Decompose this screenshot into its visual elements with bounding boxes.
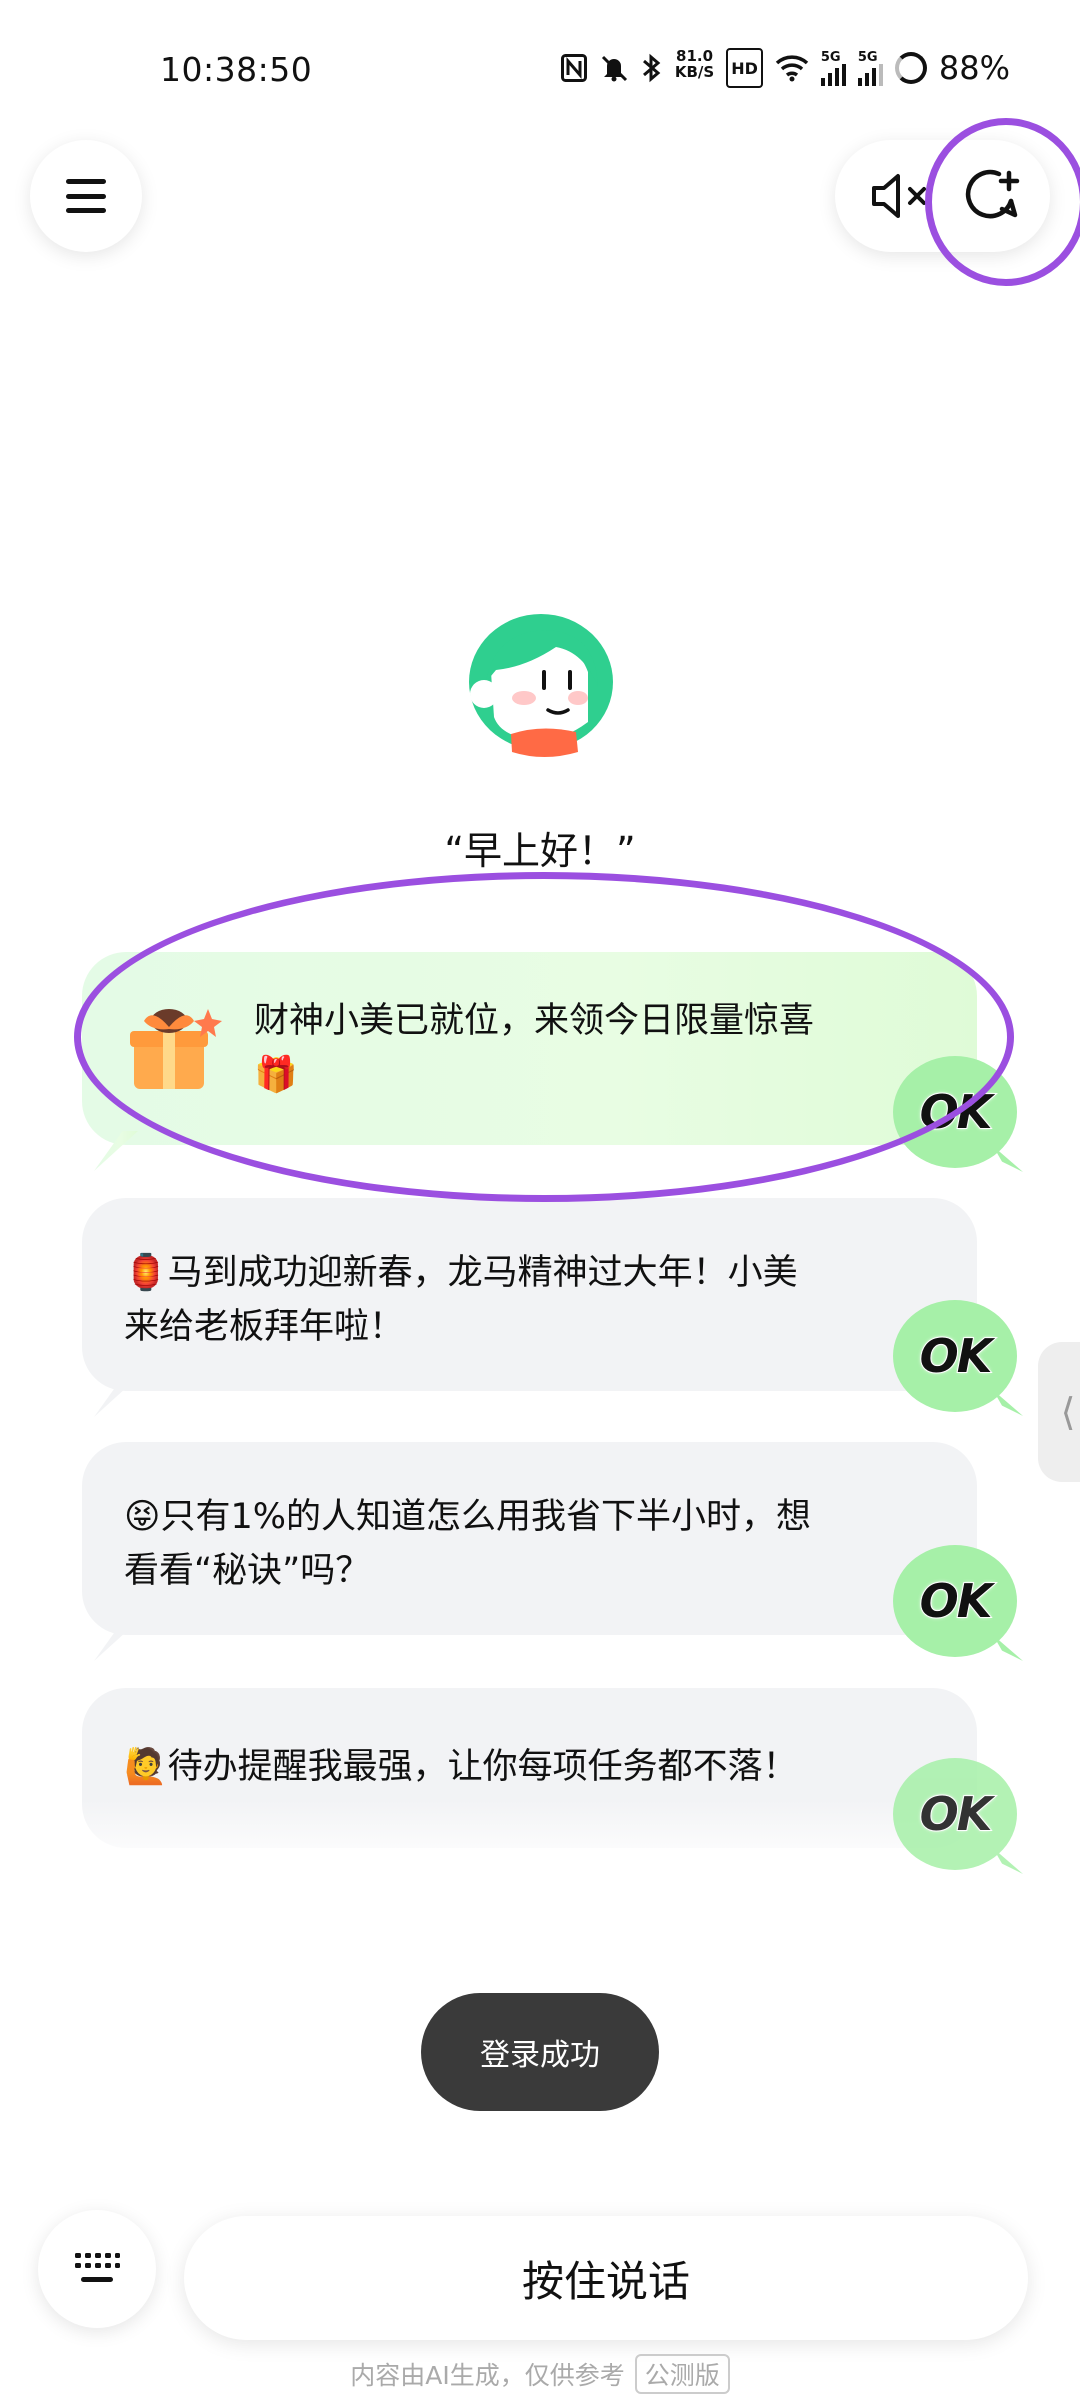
bubble-tail (94, 1377, 138, 1417)
ok-label-4: OK (919, 1786, 994, 1842)
bubble-tail (94, 1621, 138, 1661)
bluetooth-icon (641, 48, 663, 88)
hamburger-icon (66, 179, 106, 213)
network-speed: 81.0 KB/S (675, 48, 714, 88)
keyboard-button[interactable] (38, 2210, 156, 2328)
network-type-1: 5G (820, 49, 841, 65)
greeting-text: “早上好！” (444, 829, 636, 873)
nfc-icon (560, 48, 587, 88)
ok-button-2[interactable]: OK (893, 1300, 1023, 1416)
status-bar: 10:38:50 81.0 KB/S HD 5G 5G 88% (0, 0, 1080, 140)
bell-muted-icon (599, 48, 629, 88)
ok-label-3: OK (919, 1573, 994, 1629)
suggestion-text-4: 🙋待办提醒我最强，让你每项任务都不落！ (124, 1747, 798, 1787)
signal-5g-icon-1: 5G (820, 48, 846, 88)
first-card-highlight-annotation (74, 872, 1014, 1202)
beta-badge: 公测版 (634, 2354, 730, 2394)
suggestion-text-3: 😝只有1%的人知道怎么用我省下半小时，想看看“秘诀”吗？ (124, 1497, 812, 1591)
menu-button[interactable] (30, 140, 142, 252)
speaker-muted-icon (872, 174, 926, 218)
hold-to-talk-button[interactable]: 按住说话 (184, 2216, 1028, 2340)
ok-label-2: OK (919, 1328, 994, 1384)
battery-icon (894, 52, 927, 84)
suggestion-card-4[interactable]: 🙋待办提醒我最强，让你每项任务都不落！ (82, 1688, 977, 1848)
ai-disclaimer: 内容由AI生成，仅供参考 公测版 (0, 2354, 1080, 2394)
bubble-tail (94, 1131, 138, 1171)
chevron-left-icon: ⟨ (1060, 1390, 1076, 1434)
suggestion-text-2: 🏮马到成功迎新春，龙马精神过大年！小美来给老板拜年啦！ (124, 1253, 798, 1347)
suggestion-card-2[interactable]: 🏮马到成功迎新春，龙马精神过大年！小美来给老板拜年啦！ (82, 1198, 977, 1417)
network-type-2: 5G (857, 49, 878, 65)
side-drawer-handle[interactable]: ⟨ (1038, 1342, 1080, 1482)
assistant-avatar (469, 614, 613, 757)
keyboard-icon (75, 2253, 120, 2282)
ok-button-4[interactable]: OK (893, 1758, 1023, 1874)
ok-button-3[interactable]: OK (893, 1545, 1023, 1661)
disclaimer-text: 内容由AI生成，仅供参考 (350, 2361, 625, 2390)
new-chat-highlight-annotation (925, 118, 1080, 286)
wifi-icon (775, 48, 809, 88)
status-icons: 81.0 KB/S HD 5G 5G 88% (560, 48, 1010, 88)
login-success-toast: 登录成功 (421, 1993, 659, 2111)
hd-icon: HD (726, 48, 763, 88)
signal-5g-icon-2: 5G (857, 48, 883, 88)
status-time: 10:38:50 (160, 50, 313, 89)
suggestion-card-3[interactable]: 😝只有1%的人知道怎么用我省下半小时，想看看“秘诀”吗？ (82, 1442, 977, 1661)
battery-percent: 88% (938, 49, 1010, 87)
speed-unit: KB/S (674, 63, 715, 81)
